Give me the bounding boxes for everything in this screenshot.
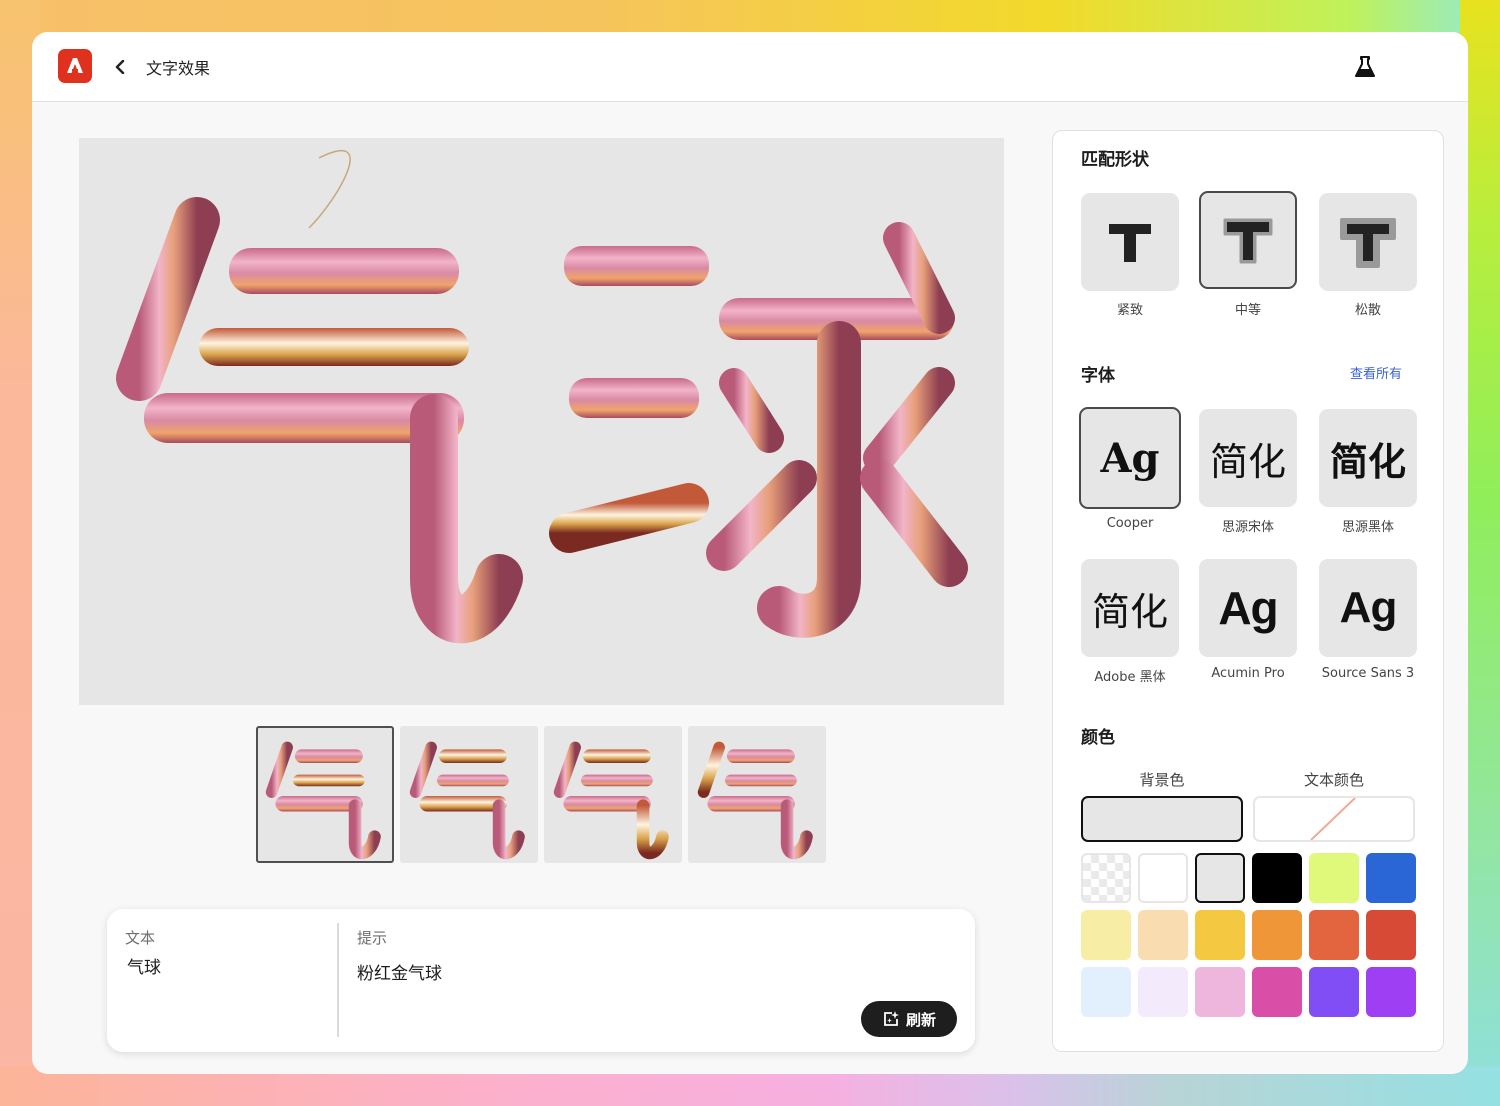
color-swatch-light-gray[interactable] (1195, 853, 1245, 903)
font-option-adobe-heiti[interactable]: 简化 (1081, 559, 1179, 657)
color-swatch-black[interactable] (1252, 853, 1302, 903)
page-title: 文字效果 (146, 59, 211, 78)
balloon-text-artwork (116, 150, 968, 644)
text-field-label: 文本 (125, 929, 156, 947)
text-color-well[interactable] (1253, 796, 1415, 842)
color-swatch-magenta[interactable] (1252, 967, 1302, 1017)
font-option-source-han-sans[interactable]: 简化 (1319, 409, 1417, 507)
shape-option-tight[interactable] (1081, 193, 1179, 291)
shape-label-tight: 紧致 (1116, 303, 1143, 318)
color-swatch-red[interactable] (1366, 910, 1416, 960)
thumbnail-3[interactable] (544, 726, 682, 863)
chevron-left-icon (115, 60, 125, 74)
font-option-source-han-serif[interactable]: 简化 (1199, 409, 1297, 507)
balloon-thumbnail-art (265, 741, 381, 860)
shape-label-loose: 松散 (1354, 303, 1381, 318)
font-preview-glyph: 简化 (1209, 439, 1286, 484)
font-preview-glyph: Ag (1218, 582, 1278, 634)
thumbnail-2[interactable] (400, 726, 538, 863)
font-option-cooper[interactable]: Ag (1079, 407, 1181, 509)
refresh-label: 刷新 (905, 1010, 936, 1029)
app-window: 文字效果 文本 气球 提示 粉红金气球 刷新 匹配形状 紧致 中等 松散 字体 … (32, 32, 1468, 1074)
font-option-source-sans-3[interactable]: Ag (1319, 559, 1417, 657)
t-shape-tight-icon (1109, 224, 1151, 262)
thumbnail-1[interactable] (256, 726, 394, 863)
font-label-source-han-sans: 思源黑体 (1341, 520, 1394, 535)
shape-label-medium: 中等 (1234, 303, 1261, 318)
color-swatch-lime[interactable] (1309, 853, 1359, 903)
background-color-well[interactable] (1081, 796, 1243, 842)
font-preview-glyph: Ag (1339, 583, 1398, 632)
color-swatch-pale-yellow[interactable] (1081, 910, 1131, 960)
prompt-field-label: 提示 (357, 929, 388, 947)
color-swatch-purple[interactable] (1366, 967, 1416, 1017)
prompt-card: 文本 气球 提示 粉红金气球 刷新 (107, 909, 975, 1052)
color-swatch-pale-lavender[interactable] (1138, 967, 1188, 1017)
shape-option-loose[interactable] (1319, 193, 1417, 291)
no-color-slash-icon (1310, 798, 1356, 840)
refresh-button[interactable]: 刷新 (861, 1001, 957, 1037)
balloon-thumbnail-art (409, 741, 525, 860)
font-preview-glyph: 简化 (1329, 439, 1406, 484)
color-swatch-violet[interactable] (1309, 967, 1359, 1017)
font-label-source-sans-3: Source Sans 3 (1321, 666, 1415, 681)
labs-button[interactable] (1352, 54, 1378, 80)
top-bar: 文字效果 (32, 32, 1468, 102)
font-preview-glyph: Ag (1100, 434, 1160, 482)
see-all-fonts-link[interactable]: 查看所有 (1350, 363, 1402, 382)
balloon-thumbnail-art (697, 741, 813, 860)
text-color-label: 文本颜色 (1303, 771, 1364, 789)
t-shape-medium-icon (1223, 218, 1273, 264)
color-swatch-peach[interactable] (1138, 910, 1188, 960)
color-swatch-transparent[interactable] (1081, 853, 1131, 903)
color-swatch-blue[interactable] (1366, 853, 1416, 903)
color-swatch-yellow[interactable] (1195, 910, 1245, 960)
back-button[interactable] (110, 54, 130, 80)
generated-preview-image (79, 138, 1004, 705)
prompt-input[interactable]: 粉红金气球 (357, 959, 442, 984)
balloon-thumbnail-art (553, 741, 669, 860)
color-swatch-orange[interactable] (1252, 910, 1302, 960)
field-divider (337, 923, 339, 1037)
font-title: 字体 (1081, 366, 1115, 386)
background-color-label: 背景色 (1139, 771, 1185, 789)
flask-icon (1355, 56, 1375, 77)
properties-panel: 匹配形状 紧致 中等 松散 字体 查看所有 Ag Cooper 简化 思源宋体 … (1052, 130, 1444, 1052)
color-swatch-coral[interactable] (1309, 910, 1359, 960)
font-label-adobe-heiti: Adobe 黑体 (1094, 670, 1166, 685)
color-swatch-white[interactable] (1138, 853, 1188, 903)
font-option-acumin-pro[interactable]: Ag (1199, 559, 1297, 657)
color-swatch-pink[interactable] (1195, 967, 1245, 1017)
text-input[interactable]: 气球 (127, 953, 161, 978)
variation-thumbnails (256, 726, 826, 863)
font-preview-glyph: 简化 (1091, 589, 1168, 634)
adobe-express-logo-icon[interactable] (58, 49, 92, 83)
match-shape-title: 匹配形状 (1081, 150, 1149, 170)
shape-option-medium[interactable] (1199, 191, 1297, 289)
color-title: 颜色 (1081, 728, 1115, 748)
color-swatch-pale-blue[interactable] (1081, 967, 1131, 1017)
thumbnail-4[interactable] (688, 726, 826, 863)
font-label-source-han-serif: 思源宋体 (1221, 520, 1274, 535)
t-shape-loose-icon (1340, 218, 1396, 268)
font-label-acumin-pro: Acumin Pro (1211, 666, 1285, 681)
font-label-cooper: Cooper (1106, 516, 1154, 531)
sparkle-refresh-icon (884, 1011, 899, 1026)
